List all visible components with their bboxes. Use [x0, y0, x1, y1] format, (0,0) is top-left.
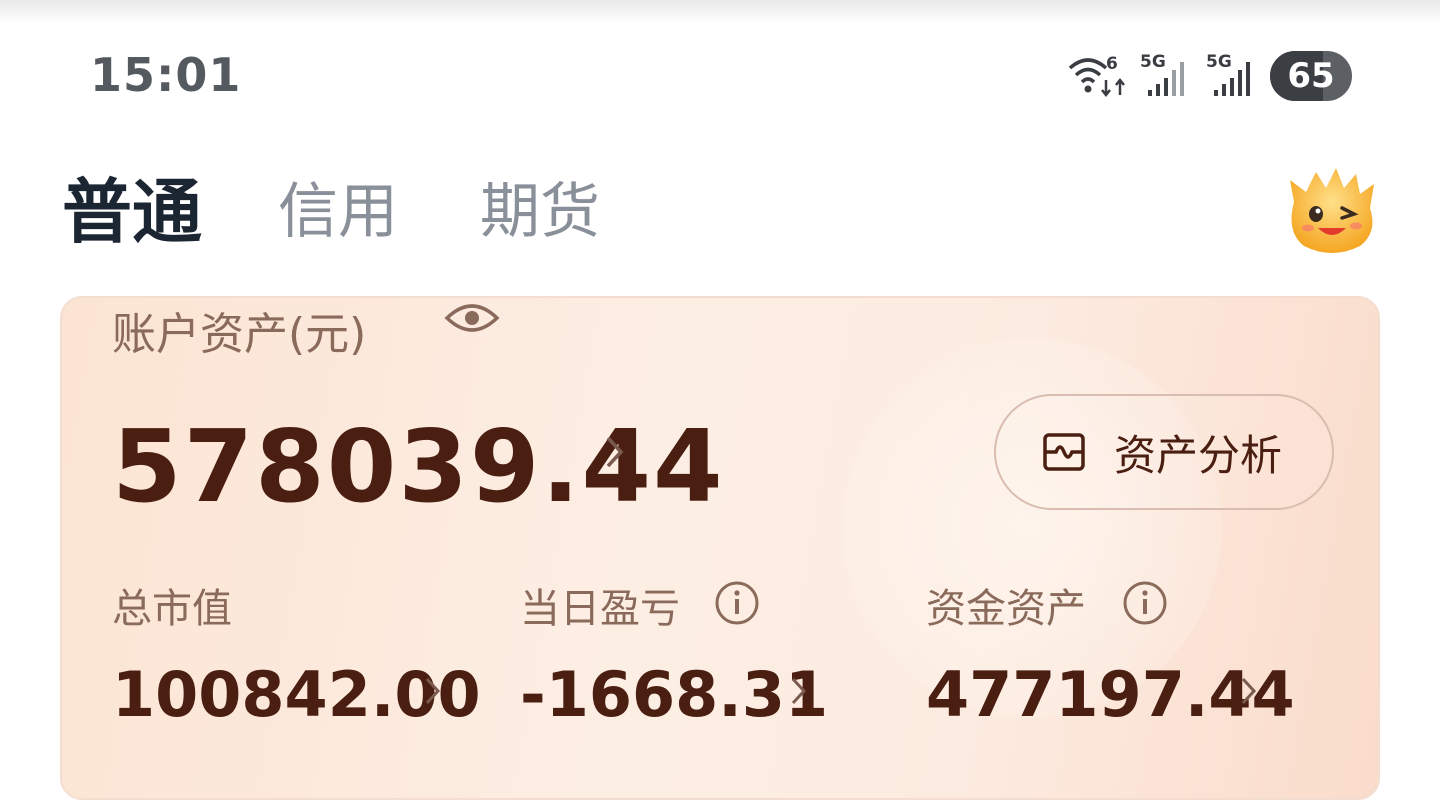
- daily-pnl-label: 当日盈亏: [520, 586, 680, 632]
- eye-icon[interactable]: [444, 300, 500, 336]
- asset-analysis-label: 资产分析: [1114, 430, 1283, 480]
- account-type-tabs: 普通 信用 期货: [62, 172, 682, 252]
- market-value-label: 总市值: [112, 586, 232, 632]
- status-icons: 6 5G 5G 65: [1066, 50, 1352, 102]
- tab-credit[interactable]: 信用: [278, 172, 398, 252]
- account-assets-label: 账户资产(元): [112, 309, 367, 360]
- cash-assets-label: 资金资产: [926, 586, 1086, 632]
- asset-analysis-button[interactable]: 资产分析: [994, 394, 1334, 510]
- chevron-right-icon[interactable]: [424, 676, 442, 710]
- mascot-icon[interactable]: [1282, 162, 1382, 256]
- signal-icon-1: 5G: [1134, 52, 1196, 100]
- chevron-right-icon[interactable]: [604, 434, 626, 474]
- wifi-label: 6: [1106, 54, 1118, 74]
- chevron-right-icon[interactable]: [790, 676, 808, 710]
- battery-percent: 65: [1287, 56, 1335, 96]
- tab-normal[interactable]: 普通: [62, 172, 202, 252]
- tab-futures[interactable]: 期货: [480, 172, 600, 252]
- top-fade: [0, 0, 1440, 24]
- total-assets-value[interactable]: 578039.44: [112, 408, 725, 525]
- asset-card: 账户资产(元) 578039.44 资产分析 总市值 100842.00 当日盈…: [60, 296, 1380, 800]
- wifi-icon: 6: [1066, 52, 1130, 100]
- signal-icon-2: 5G: [1200, 52, 1262, 100]
- info-icon[interactable]: [714, 580, 760, 626]
- chevron-right-icon[interactable]: [1240, 676, 1258, 710]
- analysis-icon: [1042, 430, 1086, 474]
- status-time: 15:01: [90, 48, 242, 102]
- daily-pnl-value[interactable]: -1668.31: [520, 658, 828, 731]
- info-icon[interactable]: [1122, 580, 1168, 626]
- battery-icon: 65: [1270, 51, 1352, 101]
